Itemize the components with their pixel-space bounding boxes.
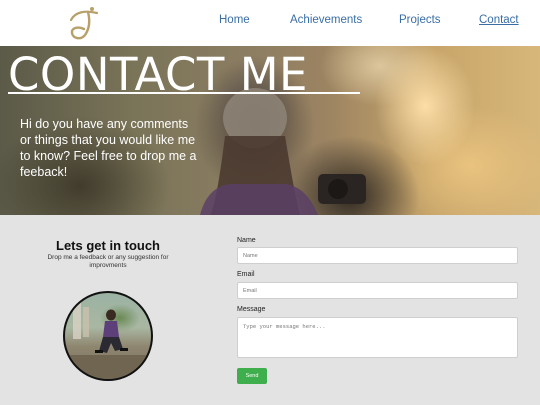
touch-heading: Lets get in touch [56,238,160,253]
email-field[interactable] [237,282,518,299]
message-textarea[interactable] [237,317,518,358]
signature-logo-icon[interactable] [66,4,106,42]
hero-title-underline [8,92,360,94]
site-header: Home Achievements Projects Contact [0,0,540,46]
nav-projects-link[interactable]: Projects [399,14,441,26]
nav-achievements-link[interactable]: Achievements [290,14,362,26]
nav-contact-link[interactable]: Contact [479,14,519,26]
send-button[interactable]: Send [237,368,267,384]
hero-banner: CONTACT ME Hi do you have any comments o… [0,46,540,215]
hero-intro-text: Hi do you have any comments or things th… [20,117,197,179]
name-label: Name [237,237,256,244]
name-field[interactable] [237,247,518,264]
message-label: Message [237,306,266,313]
email-label: Email [237,271,255,278]
touch-subtitle: Drop me a feedback or any suggestion for… [47,254,169,269]
nav-home-link[interactable]: Home [219,14,250,26]
person-sitting-figure [65,299,151,379]
avatar-photo [63,291,153,381]
